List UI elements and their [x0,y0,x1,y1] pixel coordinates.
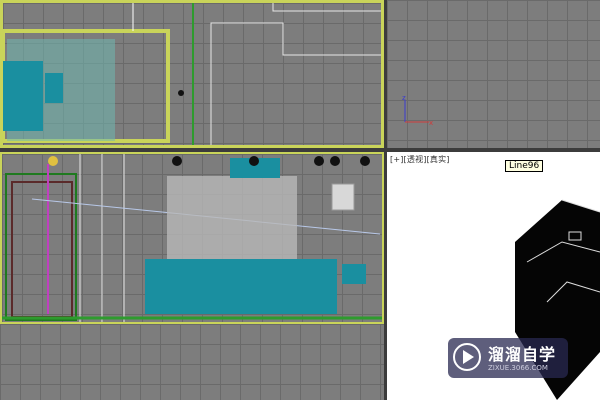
light-icon[interactable] [360,156,370,166]
watermark-name: 溜溜自学 [488,345,557,364]
viewport-left[interactable]: z x [387,0,600,148]
viewport-divider-vertical[interactable] [384,0,387,400]
top-view-geometry [3,3,381,145]
svg-text:x: x [429,119,433,127]
viewport-divider-horizontal[interactable] [0,148,600,152]
object-tooltip: Line96 [505,160,544,172]
camera-icon[interactable] [172,156,182,166]
play-logo-icon [453,343,481,371]
viewport-label[interactable]: [+][透视][真实] [390,154,450,165]
viewport-top[interactable] [0,0,384,148]
axis-gizmo-icon: z x [402,94,433,127]
light-icon[interactable] [48,156,58,166]
light-icon[interactable] [249,156,259,166]
viewport-front[interactable] [0,152,384,324]
svg-text:z: z [402,94,406,102]
front-view-geometry [2,154,382,322]
viewport-front-lower[interactable] [0,324,384,400]
light-icon[interactable] [314,156,324,166]
light-icon[interactable] [330,156,340,166]
watermark: 溜溜自学 ZIXUE.3066.COM [448,338,568,378]
watermark-url: ZIXUE.3066.COM [488,364,548,372]
